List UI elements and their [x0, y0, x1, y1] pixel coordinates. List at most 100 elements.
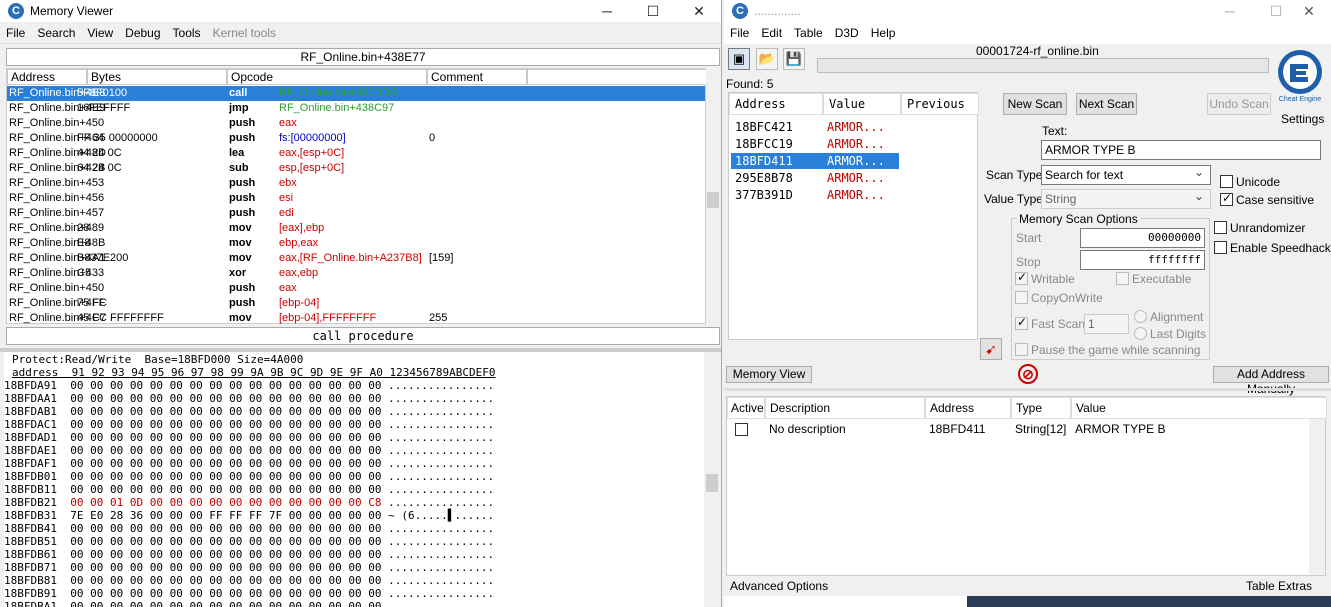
new-scan-button[interactable]: New Scan: [1003, 93, 1067, 115]
hex-row[interactable]: 18BFDB11 00 00 00 00 00 00 00 00 00 00 0…: [4, 483, 494, 496]
hex-row[interactable]: 18BFDAB1 00 00 00 00 00 00 00 00 00 00 0…: [4, 405, 494, 418]
minimize-icon[interactable]: ─: [1207, 0, 1253, 22]
results-header-value[interactable]: Value: [823, 93, 901, 115]
col-header-bytes[interactable]: Bytes: [87, 69, 227, 85]
result-row[interactable]: 18BFC421 ARMOR...: [731, 119, 899, 135]
result-row[interactable]: 18BFD411 ARMOR...: [731, 153, 899, 169]
fast-scan-checkbox[interactable]: [1015, 315, 1028, 330]
menu-view[interactable]: View: [81, 26, 119, 40]
memory-view-button[interactable]: Memory View: [726, 366, 812, 383]
disassembler-scrollbar[interactable]: [706, 68, 720, 324]
maximize-icon[interactable]: ☐: [630, 0, 676, 22]
hex-row[interactable]: 18BFDB21 00 00 01 0D 00 00 00 00 00 00 0…: [4, 496, 494, 509]
disasm-row[interactable]: RF_Online.bin+464 FF 35 00000000 push fs:[0…: [7, 131, 705, 146]
disasm-row[interactable]: RF_Online.bin+4C7 45 FC FFFFFFFF mov [ebp-0…: [7, 311, 705, 326]
open-file-icon[interactable]: 📂: [756, 48, 778, 70]
menu-file[interactable]: File: [724, 26, 755, 40]
result-row[interactable]: 18BFCC19 ARMOR...: [731, 136, 899, 152]
next-scan-button[interactable]: Next Scan: [1076, 93, 1137, 115]
copy-on-write-checkbox[interactable]: [1015, 291, 1028, 304]
hex-row[interactable]: 18BFDB01 00 00 00 00 00 00 00 00 00 00 0…: [4, 470, 494, 483]
disasm-row[interactable]: RF_Online.bin+456 push esi: [7, 191, 705, 206]
scan-type-select[interactable]: Search for text: [1041, 163, 1211, 185]
disasm-row[interactable]: RF_Online.bin+4FF 75 FC push [ebp-04]: [7, 296, 705, 311]
hex-row[interactable]: 18BFDB71 00 00 00 00 00 00 00 00 00 00 0…: [4, 561, 494, 574]
hex-row[interactable]: 18BFDBA1 00 00 00 00 00 00 00 00 00 00 0…: [4, 600, 494, 607]
hex-row[interactable]: 18BFDB41 00 00 00 00 00 00 00 00 00 00 0…: [4, 522, 494, 535]
close-icon[interactable]: ✕: [676, 0, 721, 22]
close-icon[interactable]: ✕: [1286, 0, 1331, 22]
disasm-row[interactable]: RF_Online.bin+450 push eax: [7, 281, 705, 296]
hex-row[interactable]: 18BFDB61 00 00 00 00 00 00 00 00 00 00 0…: [4, 548, 494, 561]
table-extras-link[interactable]: Table Extras: [1246, 579, 1312, 593]
undo-scan-button[interactable]: Undo Scan: [1207, 93, 1271, 115]
hex-row[interactable]: 18BFDAA1 00 00 00 00 00 00 00 00 00 00 0…: [4, 392, 494, 405]
start-address-input[interactable]: 00000000: [1080, 228, 1205, 248]
menu-tools[interactable]: Tools: [167, 26, 207, 40]
disasm-row[interactable]: RF_Online.bin+4A1 B837E200 mov eax,[RF_Onli…: [7, 251, 705, 266]
hex-scrollbar[interactable]: [704, 352, 720, 607]
save-icon[interactable]: 💾: [783, 48, 805, 70]
menu-help[interactable]: Help: [865, 26, 902, 40]
stop-address-input[interactable]: ffffffff: [1080, 250, 1205, 270]
fast-scan-input[interactable]: 1: [1084, 314, 1129, 334]
results-header-previous[interactable]: Previous: [901, 93, 979, 115]
results-header-address[interactable]: Address: [729, 93, 823, 115]
result-row[interactable]: 295E8B78 ARMOR...: [731, 170, 899, 186]
alignment-radio[interactable]: [1134, 310, 1147, 323]
table-header-type[interactable]: Type: [1011, 397, 1071, 419]
case-sensitive-checkbox[interactable]: [1220, 191, 1233, 206]
col-header-opcode[interactable]: Opcode: [227, 69, 427, 85]
disasm-row[interactable]: RF_Online.bin+48B E8 mov ebp,eax: [7, 236, 705, 251]
pause-game-checkbox[interactable]: [1015, 343, 1028, 356]
table-header-active[interactable]: Active: [727, 397, 765, 419]
table-header-description[interactable]: Description: [765, 397, 925, 419]
disasm-row[interactable]: RF_Online.bin+4E8 5F8F0100 call RF_Online.b…: [7, 86, 705, 101]
disasm-row[interactable]: RF_Online.bin+450 push eax: [7, 116, 705, 131]
scrollbar-thumb[interactable]: [707, 192, 719, 208]
menu-d3d[interactable]: D3D: [829, 26, 865, 40]
open-process-icon[interactable]: ▣: [728, 48, 750, 70]
disasm-row[interactable]: RF_Online.bin+433 C5 xor eax,ebp: [7, 266, 705, 281]
hex-row[interactable]: 18BFDAE1 00 00 00 00 00 00 00 00 00 00 0…: [4, 444, 494, 457]
disasm-row[interactable]: RF_Online.bin+457 push edi: [7, 206, 705, 221]
menu-kernel-tools[interactable]: Kernel tools: [207, 26, 282, 40]
table-header-address[interactable]: Address: [925, 397, 1011, 419]
settings-link[interactable]: Settings: [1281, 112, 1324, 126]
disassembler-view[interactable]: Address Bytes Opcode Comment RF_Online.b…: [6, 68, 707, 326]
stop-icon[interactable]: ⊘: [1018, 364, 1038, 384]
disasm-row[interactable]: RF_Online.bin+42B 64 24 0C sub esp,[esp+0C]: [7, 161, 705, 176]
add-address-manually-button[interactable]: Add Address Manually: [1213, 366, 1329, 396]
hex-row[interactable]: 18BFDA91 00 00 00 00 00 00 00 00 00 00 0…: [4, 379, 494, 392]
scan-text-input[interactable]: ARMOR TYPE B: [1041, 140, 1321, 160]
executable-checkbox[interactable]: [1116, 272, 1129, 285]
scan-results-list[interactable]: Address Value Previous 18BFC421 ARMOR... 1…: [728, 92, 979, 340]
active-checkbox[interactable]: [735, 423, 748, 436]
hex-row[interactable]: 18BFDB91 00 00 00 00 00 00 00 00 00 00 0…: [4, 587, 494, 600]
hex-row[interactable]: 18BFDB31 7E E0 28 36 00 00 00 FF FF FF 7…: [4, 509, 494, 522]
table-header-value[interactable]: Value: [1071, 397, 1327, 419]
last-digits-radio[interactable]: [1134, 327, 1147, 340]
menu-table[interactable]: Table: [788, 26, 829, 40]
address-table-scrollbar[interactable]: [1309, 419, 1325, 575]
hex-row[interactable]: 18BFDAC1 00 00 00 00 00 00 00 00 00 00 0…: [4, 418, 494, 431]
minimize-icon[interactable]: ─: [584, 0, 630, 22]
hex-row[interactable]: 18BFDB51 00 00 00 00 00 00 00 00 00 00 0…: [4, 535, 494, 548]
unicode-checkbox[interactable]: [1220, 175, 1233, 188]
disasm-row[interactable]: RF_Online.bin+4E9 16FEFFFF jmp RF_Online.bi…: [7, 101, 705, 116]
value-type-select[interactable]: String: [1041, 187, 1211, 209]
hex-row[interactable]: 18BFDAF1 00 00 00 00 00 00 00 00 00 00 0…: [4, 457, 494, 470]
writable-checkbox[interactable]: [1015, 270, 1028, 285]
address-table[interactable]: Active Description Address Type Value No…: [726, 396, 1327, 576]
disasm-row[interactable]: RF_Online.bin+48D 44 24 0C lea eax,[esp+0C]: [7, 146, 705, 161]
pointer-scan-icon[interactable]: ➹: [980, 338, 1002, 360]
cheat-engine-logo[interactable]: Cheat Engine: [1274, 44, 1326, 110]
hex-view[interactable]: Protect:Read/Write Base=18BFD000 Size=4A…: [4, 352, 704, 607]
unrandomizer-checkbox[interactable]: [1214, 221, 1227, 234]
enable-speedhack-checkbox[interactable]: [1214, 241, 1227, 254]
disasm-row[interactable]: RF_Online.bin+453 push ebx: [7, 176, 705, 191]
hex-row[interactable]: 18BFDAD1 00 00 00 00 00 00 00 00 00 00 0…: [4, 431, 494, 444]
menu-search[interactable]: Search: [31, 26, 81, 40]
col-header-comment[interactable]: Comment: [427, 69, 527, 85]
scrollbar-thumb[interactable]: [706, 474, 718, 492]
